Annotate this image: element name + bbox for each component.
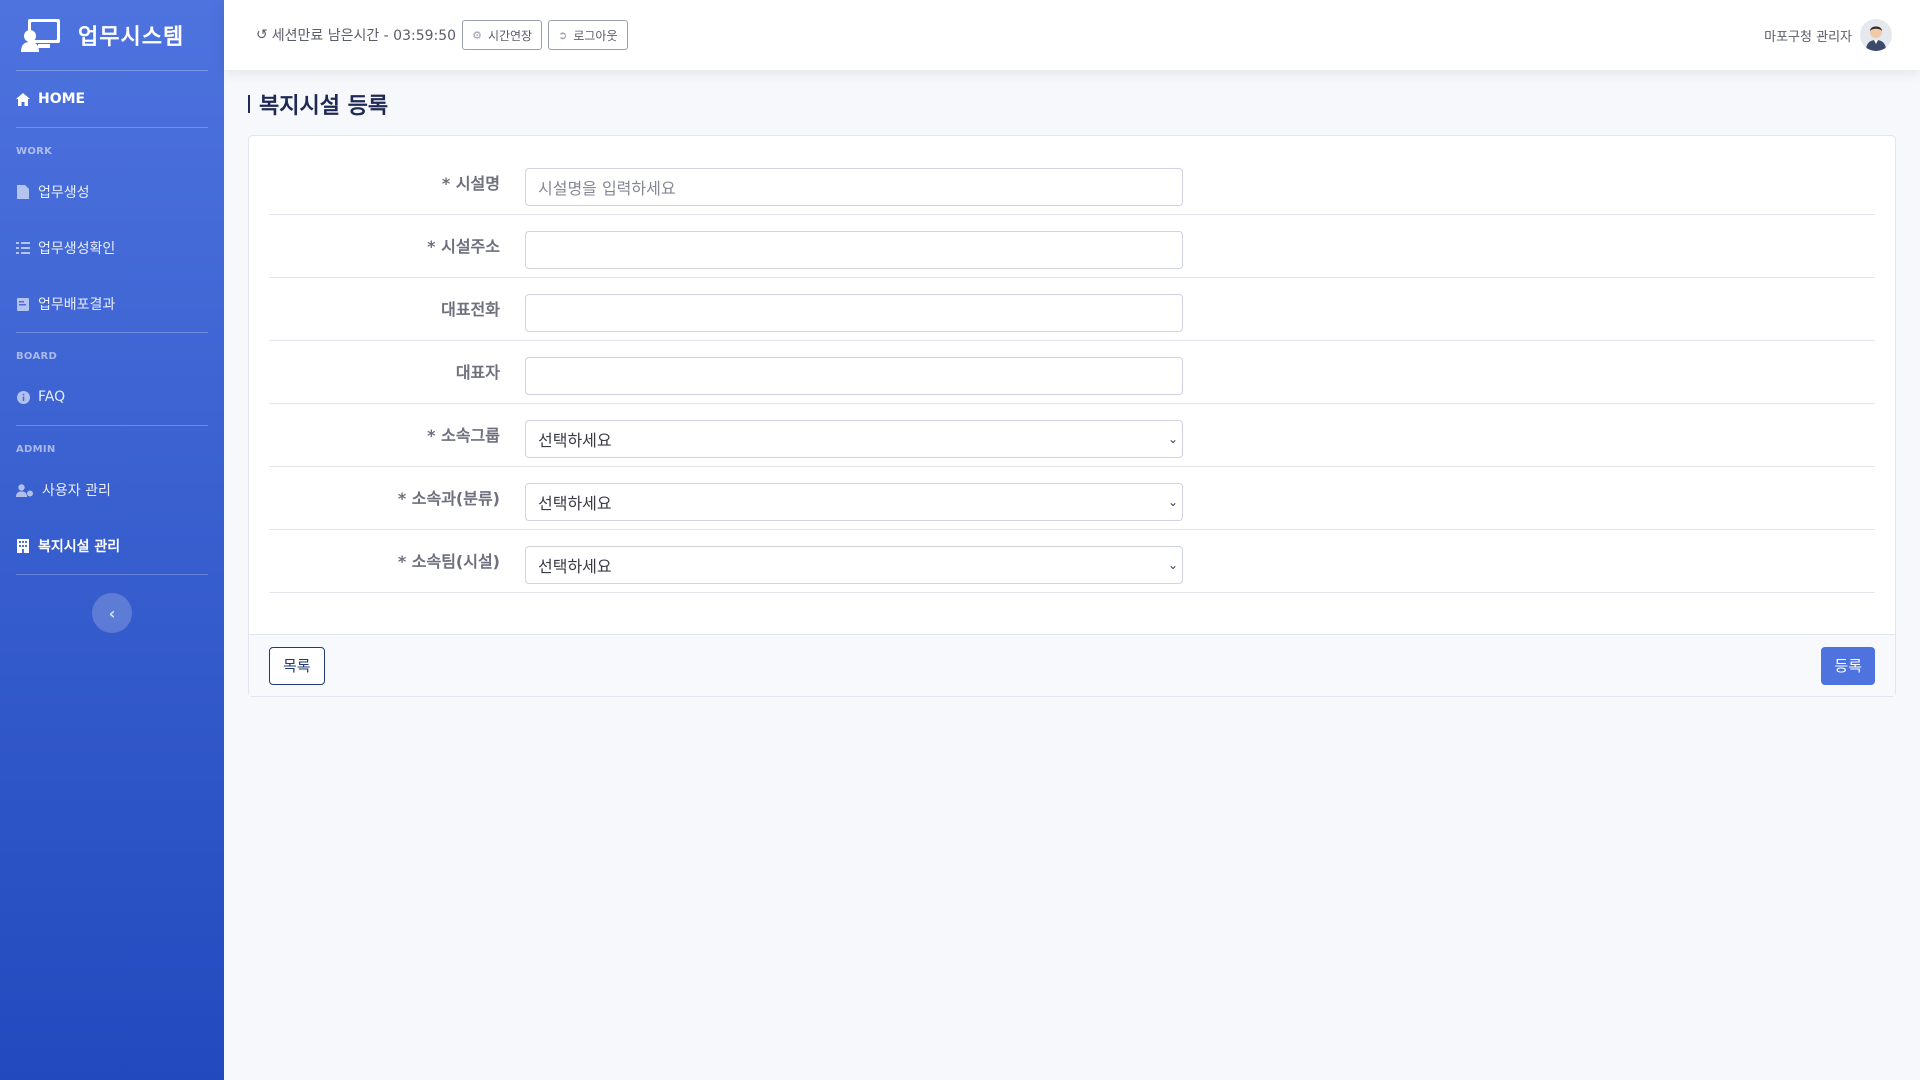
- submit-button[interactable]: 등록: [1821, 646, 1875, 685]
- sidebar-item-label: FAQ: [38, 389, 66, 405]
- brand[interactable]: 업무시스템: [0, 0, 224, 70]
- phone-input[interactable]: [525, 294, 1183, 332]
- chevron-left-icon: ‹: [108, 603, 116, 623]
- team-label: * 소속팀(시설): [397, 552, 500, 571]
- sidebar-heading-admin: ADMIN: [16, 444, 56, 455]
- sidebar-item-faq[interactable]: FAQ: [0, 369, 224, 425]
- extend-session-label: 시간연장: [487, 28, 533, 43]
- department-select[interactable]: 선택하세요 ⌄: [525, 483, 1183, 521]
- sidebar: 업무시스템 HOME WORK 업무생성 업무생성확인 업무배포결과 BOARD…: [0, 0, 224, 1080]
- sidebar-item-label: 업무생성확인: [38, 241, 116, 257]
- facility-name-input[interactable]: 시설명을 입력하세요: [525, 168, 1183, 206]
- sidebar-item-label: 사용자 관리: [42, 483, 111, 499]
- form-row-facility-name: * 시설명 시설명을 입력하세요: [269, 152, 1875, 215]
- sidebar-item-facility-manage[interactable]: 복지시설 관리: [0, 518, 224, 574]
- info-circle-icon: [16, 390, 30, 404]
- representative-input[interactable]: [525, 357, 1183, 395]
- building-icon: [16, 539, 30, 553]
- chevron-down-icon: ⌄: [1167, 432, 1178, 446]
- chalkboard-teacher-icon: [20, 18, 62, 52]
- file-text-icon: [16, 297, 30, 311]
- session-timer: ↺ 세션만료 남은시간 - 03:59:50: [256, 25, 456, 45]
- sidebar-item-user-manage[interactable]: 사용자 관리: [0, 462, 224, 518]
- sidebar-toggle-wrap: ‹: [0, 575, 224, 633]
- department-label: * 소속과(분류): [397, 489, 500, 508]
- form-row-department: * 소속과(분류) 선택하세요 ⌄: [269, 467, 1875, 530]
- sidebar-heading-work: WORK: [16, 146, 53, 157]
- brand-title: 업무시스템: [78, 25, 185, 50]
- file-add-icon: [16, 185, 30, 199]
- home-icon: [16, 92, 30, 106]
- group-select[interactable]: 선택하세요 ⌄: [525, 420, 1183, 458]
- page-title-text: 복지시설 등록: [259, 94, 389, 119]
- sidebar-toggle-button[interactable]: ‹: [92, 593, 132, 633]
- session-text: 세션만료 남은시간 - 03:59:50: [271, 28, 457, 44]
- logout-button[interactable]: ➲ 로그아웃: [548, 20, 628, 50]
- team-select-value: 선택하세요: [538, 557, 612, 576]
- title-accent-bar: [248, 95, 250, 113]
- sidebar-item-task-confirm[interactable]: 업무생성확인: [0, 220, 224, 276]
- team-select[interactable]: 선택하세요 ⌄: [525, 546, 1183, 584]
- user-name[interactable]: 마포구청 관리자: [1764, 26, 1852, 45]
- page-title: 복지시설 등록: [248, 88, 388, 120]
- sign-out-icon: ➲: [558, 28, 568, 42]
- history-icon: ↺: [256, 27, 268, 43]
- sidebar-item-label: HOME: [38, 91, 86, 107]
- facility-name-label: * 시설명: [441, 174, 500, 193]
- logout-label: 로그아웃: [573, 28, 618, 43]
- sidebar-item-label: 업무배포결과: [38, 297, 116, 313]
- facility-address-label: * 시설주소: [427, 237, 500, 256]
- form-row-representative: 대표자: [269, 341, 1875, 404]
- sidebar-heading-board: BOARD: [16, 351, 58, 362]
- sidebar-item-label: 복지시설 관리: [38, 539, 121, 555]
- facility-form: * 시설명 시설명을 입력하세요 * 시설주소 대표전화 대표자 * 소속그룹 …: [249, 136, 1895, 593]
- form-footer: 목록 등록: [249, 634, 1895, 696]
- chevron-down-icon: ⌄: [1167, 495, 1178, 509]
- form-row-group: * 소속그룹 선택하세요 ⌄: [269, 404, 1875, 467]
- form-row-facility-address: * 시설주소: [269, 215, 1875, 278]
- form-row-team: * 소속팀(시설) 선택하세요 ⌄: [269, 530, 1875, 593]
- sidebar-item-task-result[interactable]: 업무배포결과: [0, 276, 224, 332]
- group-select-value: 선택하세요: [538, 431, 612, 450]
- group-label: * 소속그룹: [427, 426, 500, 445]
- department-select-value: 선택하세요: [538, 494, 612, 513]
- form-card: * 시설명 시설명을 입력하세요 * 시설주소 대표전화 대표자 * 소속그룹 …: [248, 135, 1896, 697]
- user-cog-icon: [16, 483, 34, 497]
- phone-label: 대표전화: [441, 300, 500, 319]
- sidebar-item-task-create[interactable]: 업무생성: [0, 164, 224, 220]
- facility-address-input[interactable]: [525, 231, 1183, 269]
- avatar[interactable]: [1860, 19, 1892, 51]
- cogs-icon: ⚙: [472, 28, 482, 42]
- form-row-phone: 대표전화: [269, 278, 1875, 341]
- topbar: ↺ 세션만료 남은시간 - 03:59:50 ⚙ 시간연장 ➲ 로그아웃 마포구…: [224, 0, 1920, 70]
- chevron-down-icon: ⌄: [1167, 558, 1178, 572]
- representative-label: 대표자: [455, 363, 500, 382]
- extend-session-button[interactable]: ⚙ 시간연장: [462, 20, 543, 50]
- list-check-icon: [16, 241, 30, 255]
- sidebar-item-home[interactable]: HOME: [0, 71, 224, 127]
- list-button[interactable]: 목록: [269, 646, 325, 685]
- sidebar-item-label: 업무생성: [38, 185, 90, 201]
